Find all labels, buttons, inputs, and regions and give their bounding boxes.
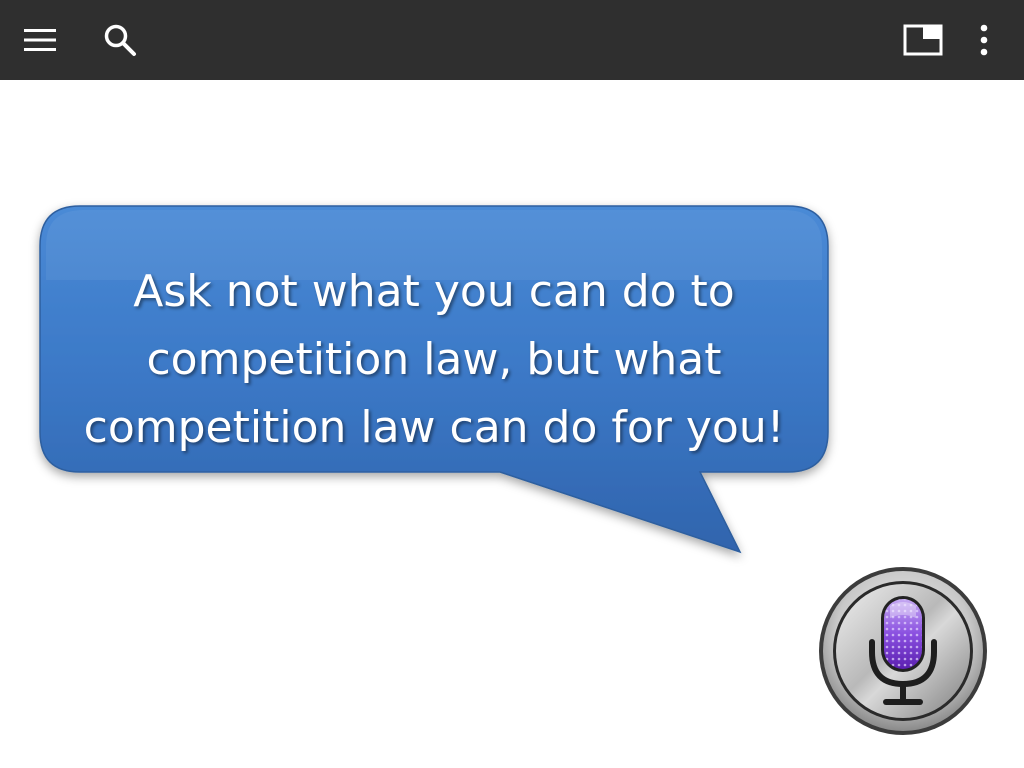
search-button[interactable] [90,10,150,70]
window-mode-button[interactable] [893,10,953,70]
menu-button[interactable] [10,10,70,70]
quote-line: competition law, but what [146,334,722,385]
quote-line: Ask not what you can do to [133,266,735,317]
top-toolbar [0,0,1024,80]
search-icon [104,24,136,56]
siri-microphone-icon [819,567,987,735]
more-vertical-icon [980,24,988,56]
speech-bubble-text: Ask not what you can do to competition l… [44,258,824,462]
quote-line: competition law can do for you! [83,402,785,453]
slide-canvas: Ask not what you can do to competition l… [0,80,1024,768]
menu-icon [24,29,56,51]
window-icon [903,24,943,56]
more-options-button[interactable] [954,10,1014,70]
